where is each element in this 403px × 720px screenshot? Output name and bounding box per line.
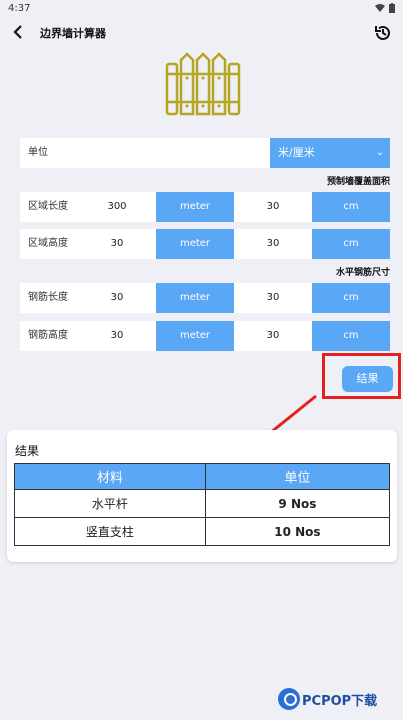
table-header-row: 材料 单位 xyxy=(14,463,391,490)
back-arrow-icon xyxy=(13,25,22,39)
result-button-highlight: 结果 xyxy=(322,353,401,399)
section-title-rebar-size: 水平钢筋尺寸 xyxy=(335,268,390,278)
unit-row: 单位 米/厘米 ⌄ xyxy=(20,138,390,168)
table-row: 竖直支柱 10 Nos xyxy=(14,517,391,546)
area-length-meter-input[interactable]: 300 xyxy=(92,192,142,222)
area-height-row: 区域高度 30 meter 30 cm xyxy=(20,229,390,259)
unit-dropdown-value: 米/厘米 xyxy=(278,146,315,159)
bar-length-row: 钢筋长度 30 meter 30 cm xyxy=(20,283,390,313)
bar-height-cm-unit: cm xyxy=(312,321,390,351)
area-length-meter-unit: meter xyxy=(156,192,234,222)
area-length-cm-unit: cm xyxy=(312,192,390,222)
area-length-label: 区域长度 xyxy=(28,201,68,212)
bar-height-meter-unit: meter xyxy=(156,321,234,351)
column-header-unit: 单位 xyxy=(204,463,391,490)
area-length-row: 区域长度 300 meter 30 cm xyxy=(20,192,390,222)
watermark: PCPOP下载 xyxy=(278,684,377,714)
section-title-wall-area: 预制墙覆盖面积 xyxy=(326,177,390,187)
bar-length-meter-input[interactable]: 30 xyxy=(92,283,142,313)
bar-length-cm-input[interactable]: 30 xyxy=(248,283,298,313)
result-button[interactable]: 结果 xyxy=(342,366,393,392)
unit-dropdown[interactable]: 米/厘米 ⌄ xyxy=(270,138,390,168)
column-header-material: 材料 xyxy=(14,463,206,490)
watermark-logo-icon xyxy=(278,688,300,710)
material-cell: 水平杆 xyxy=(14,489,206,518)
area-height-cm-unit: cm xyxy=(312,229,390,259)
history-icon xyxy=(375,25,390,40)
chevron-down-icon: ⌄ xyxy=(375,147,384,158)
table-row: 水平杆 9 Nos xyxy=(14,489,391,518)
quantity-cell: 10 Nos xyxy=(204,517,391,546)
result-title: 结果 xyxy=(15,444,40,458)
status-time: 4:37 xyxy=(8,2,31,14)
area-height-label: 区域高度 xyxy=(28,238,68,249)
fence-icon xyxy=(165,52,241,116)
app-bar: 边界墙计算器 xyxy=(0,18,403,48)
watermark-text: PCPOP下载 xyxy=(302,693,378,709)
bar-length-label: 钢筋长度 xyxy=(28,292,68,303)
page-title: 边界墙计算器 xyxy=(40,27,106,40)
bar-length-cm-unit: cm xyxy=(312,283,390,313)
result-table: 材料 单位 水平杆 9 Nos 竖直支柱 10 Nos xyxy=(14,463,391,546)
bar-height-cm-input[interactable]: 30 xyxy=(248,321,298,351)
unit-label: 单位 xyxy=(28,147,48,158)
battery-icon xyxy=(389,3,395,13)
area-height-cm-input[interactable]: 30 xyxy=(248,229,298,259)
quantity-cell: 9 Nos xyxy=(204,489,391,518)
bar-length-meter-unit: meter xyxy=(156,283,234,313)
area-height-meter-unit: meter xyxy=(156,229,234,259)
status-icons xyxy=(375,3,395,13)
history-button[interactable] xyxy=(371,21,395,45)
bar-height-row: 钢筋高度 30 meter 30 cm xyxy=(20,321,390,351)
result-card: 结果 材料 单位 水平杆 9 Nos 竖直支柱 10 Nos xyxy=(7,430,397,562)
wifi-icon xyxy=(375,4,385,12)
status-bar: 4:37 xyxy=(0,0,403,16)
back-button[interactable] xyxy=(8,22,28,42)
bar-height-label: 钢筋高度 xyxy=(28,330,68,341)
bar-height-meter-input[interactable]: 30 xyxy=(92,321,142,351)
area-height-meter-input[interactable]: 30 xyxy=(92,229,142,259)
area-length-cm-input[interactable]: 30 xyxy=(248,192,298,222)
material-cell: 竖直支柱 xyxy=(14,517,206,546)
